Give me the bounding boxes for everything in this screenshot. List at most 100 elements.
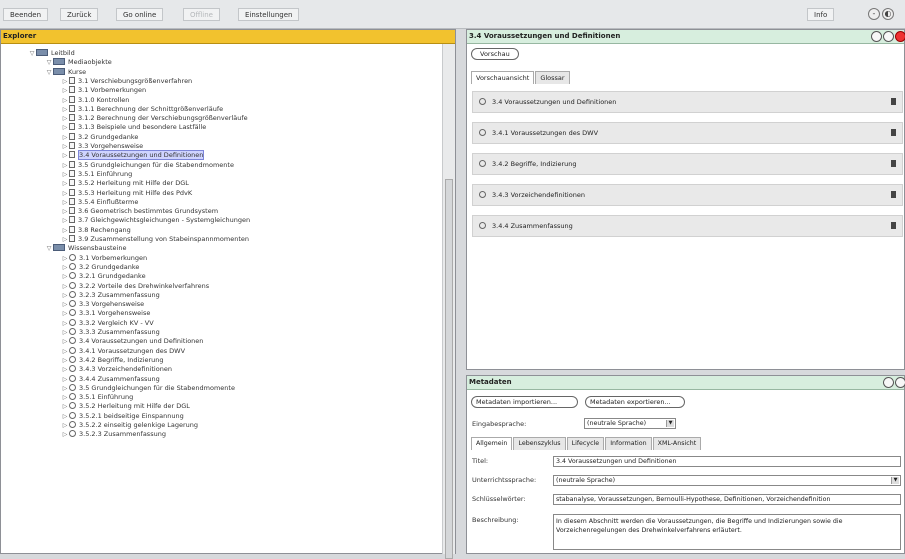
expand-arrow-icon[interactable]: ▷: [61, 365, 69, 374]
tree-item[interactable]: ▷ 3.4.1 Voraussetzungen des DWV: [61, 346, 185, 356]
info-button[interactable]: Info: [807, 8, 835, 21]
expand-arrow-icon[interactable]: ▷: [61, 393, 69, 402]
export-metadata-button[interactable]: Metadaten exportieren...: [585, 396, 685, 408]
expand-arrow-icon[interactable]: ▷: [61, 263, 69, 272]
tree-item[interactable]: ▷ 3.9 Zusammenstellung von Stabeinspannmo…: [61, 235, 249, 244]
expand-arrow-icon[interactable]: ▷: [61, 114, 69, 123]
expand-arrow-icon[interactable]: ▷: [61, 96, 69, 105]
tree-item[interactable]: ▷ 3.4 Voraussetzungen und Definitionen: [61, 337, 203, 346]
expand-arrow-icon[interactable]: ▷: [61, 161, 69, 170]
expand-arrow-icon[interactable]: ▷: [61, 235, 69, 244]
tree-item[interactable]: ▷ 3.4 Voraussetzungen und Definitionen: [61, 150, 205, 161]
tree-item[interactable]: ▷ 3.2.1 Grundgedanke: [61, 272, 146, 281]
keywords-field[interactable]: stabanalyse, Voraussetzungen, Bernoulli-…: [553, 494, 901, 505]
tree-item[interactable]: ▷ 3.2 Grundgedanke: [61, 132, 138, 142]
section-row[interactable]: 3.4.1 Voraussetzungen des DWV: [472, 122, 903, 144]
tab-glossary[interactable]: Glossar: [535, 71, 570, 84]
tree-item[interactable]: ▷ 3.1 Vorbemerkungen: [61, 253, 147, 263]
import-metadata-button[interactable]: Metadaten importieren...: [471, 396, 578, 408]
expand-arrow-icon[interactable]: ▷: [61, 189, 69, 198]
expand-arrow-icon[interactable]: ▷: [61, 384, 69, 393]
expand-arrow-icon[interactable]: ▷: [61, 291, 69, 300]
expand-arrow-icon[interactable]: ▷: [61, 86, 69, 95]
tab-preview[interactable]: Vorschauansicht: [471, 71, 535, 84]
metadata-maximize-icon[interactable]: [895, 377, 905, 388]
expand-arrow-icon[interactable]: ▷: [61, 375, 69, 384]
tab-xml-view[interactable]: XML-Ansicht: [652, 437, 702, 450]
expand-arrow-icon[interactable]: ▷: [61, 216, 69, 225]
collapse-arrow-icon[interactable]: ▽: [45, 68, 53, 77]
panel-minimize-icon[interactable]: [871, 31, 882, 42]
settings-button[interactable]: Einstellungen: [238, 8, 300, 21]
tab-general[interactable]: Allgemein: [471, 437, 513, 450]
expand-arrow-icon[interactable]: ▷: [61, 402, 69, 411]
tree-item[interactable]: ▽ Wissensbausteine: [45, 244, 126, 253]
expand-arrow-icon[interactable]: ▷: [61, 179, 69, 188]
tree-item[interactable]: ▷ 3.2.2 Vorteile des Drehwinkelverfahrens: [61, 281, 209, 291]
tab-information[interactable]: Information: [605, 437, 652, 450]
language-select[interactable]: (neutrale Sprache) ▼: [553, 475, 901, 486]
tree-item[interactable]: ▷ 3.1.0 Kontrollen: [61, 95, 129, 105]
pin-icon[interactable]: [891, 129, 896, 136]
expand-arrow-icon[interactable]: ▷: [61, 142, 69, 151]
tree-item[interactable]: ▷ 3.5.4 Einflußterme: [61, 197, 138, 207]
tree-item[interactable]: ▷ 3.3.2 Vergleich KV - VV: [61, 318, 154, 328]
tree-item[interactable]: ▷ 3.5.3 Herleitung mit Hilfe des PdvK: [61, 188, 192, 198]
tree-item[interactable]: ▷ 3.5 Grundgleichungen für die Stabendmom…: [61, 160, 234, 170]
tree-item[interactable]: ▷ 3.1 Verschiebungsgrößenverfahren: [61, 76, 192, 86]
tree-item[interactable]: ▽ Kurse: [45, 67, 86, 77]
expand-arrow-icon[interactable]: ▷: [61, 198, 69, 207]
expand-arrow-icon[interactable]: ▷: [61, 77, 69, 86]
tree-item[interactable]: ▷ 3.5 Grundgleichungen für die Stabendmom…: [61, 383, 235, 393]
expand-arrow-icon[interactable]: ▷: [61, 412, 69, 421]
tree-item[interactable]: ▷ 3.5.2 Herleitung mit Hilfe der DGL: [61, 179, 189, 188]
tree-item[interactable]: ▷ 3.5.2 Herleitung mit Hilfe der DGL: [61, 402, 190, 411]
collapse-arrow-icon[interactable]: ▽: [45, 244, 53, 253]
restore-icon[interactable]: ◐: [882, 8, 894, 20]
tree-item[interactable]: ▷ 3.5.2.1 beidseitige Einspannung: [61, 411, 184, 421]
tree-item[interactable]: ▷ 3.3.1 Vorgehensweise: [61, 309, 150, 318]
tab-lifecycle[interactable]: Lifecycle: [566, 437, 605, 450]
section-row[interactable]: 3.4.3 Vorzeichendefinitionen: [472, 184, 903, 206]
expand-arrow-icon[interactable]: ▷: [61, 226, 69, 235]
tree-item[interactable]: ▷ 3.5.2.2 einseitig gelenkige Lagerung: [61, 421, 198, 430]
section-row[interactable]: 3.4.4 Zusammenfassung: [472, 215, 903, 237]
expand-arrow-icon[interactable]: ▷: [61, 309, 69, 318]
tab-lebenszyklus[interactable]: Lebenszyklus: [513, 437, 566, 450]
pin-icon[interactable]: [891, 191, 896, 198]
scrollbar-thumb[interactable]: [445, 179, 453, 559]
pin-icon[interactable]: [891, 98, 896, 105]
tree-item[interactable]: ▷ 3.5.1 Einführung: [61, 169, 132, 179]
tree-item[interactable]: ▷ 3.6 Geometrisch bestimmtes Grundsystem: [61, 207, 218, 216]
expand-arrow-icon[interactable]: ▷: [61, 347, 69, 356]
tree-item[interactable]: ▷ 3.7 Gleichgewichtsgleichungen - Systemg…: [61, 216, 250, 225]
preview-button[interactable]: Vorschau: [471, 48, 519, 60]
expand-arrow-icon[interactable]: ▷: [61, 356, 69, 365]
expand-arrow-icon[interactable]: ▷: [61, 319, 69, 328]
expand-arrow-icon[interactable]: ▷: [61, 337, 69, 346]
input-language-select[interactable]: (neutrale Sprache) ▼: [584, 418, 676, 429]
tree-item[interactable]: ▷ 3.1.3 Beispiele und besondere Lastfälle: [61, 123, 206, 132]
tree-item[interactable]: ▷ 3.4.2 Begriffe, Indizierung: [61, 355, 164, 365]
expand-arrow-icon[interactable]: ▷: [61, 430, 69, 439]
description-field[interactable]: In diesem Abschnitt werden die Vorausset…: [553, 514, 901, 550]
expand-arrow-icon[interactable]: ▷: [61, 421, 69, 430]
expand-arrow-icon[interactable]: ▷: [61, 254, 69, 263]
expand-arrow-icon[interactable]: ▷: [61, 170, 69, 179]
pin-icon[interactable]: [891, 160, 896, 167]
expand-arrow-icon[interactable]: ▷: [61, 328, 69, 337]
tree-item[interactable]: ▷ 3.1 Vorbemerkungen: [61, 86, 146, 95]
tree-item[interactable]: ▷ 3.5.1 Einführung: [61, 393, 133, 402]
panel-close-icon[interactable]: [895, 31, 905, 42]
tree-item[interactable]: ▽ Leitbild: [28, 49, 75, 58]
section-row[interactable]: 3.4.2 Begriffe, Indizierung: [472, 153, 903, 175]
back-button[interactable]: Zurück: [60, 8, 99, 21]
tree-item[interactable]: ▷ 3.3.3 Zusammenfassung: [61, 328, 160, 337]
expand-arrow-icon[interactable]: ▷: [61, 272, 69, 281]
tree-item[interactable]: ▷ 3.2 Grundgedanke: [61, 262, 139, 272]
tree-item[interactable]: ▷ 3.3 Vorgehensweise: [61, 300, 144, 309]
explorer-scrollbar[interactable]: [442, 44, 455, 559]
expand-arrow-icon[interactable]: ▷: [61, 123, 69, 132]
tree-item[interactable]: ▷ 3.4.4 Zusammenfassung: [61, 374, 160, 384]
pin-icon[interactable]: [891, 222, 896, 229]
